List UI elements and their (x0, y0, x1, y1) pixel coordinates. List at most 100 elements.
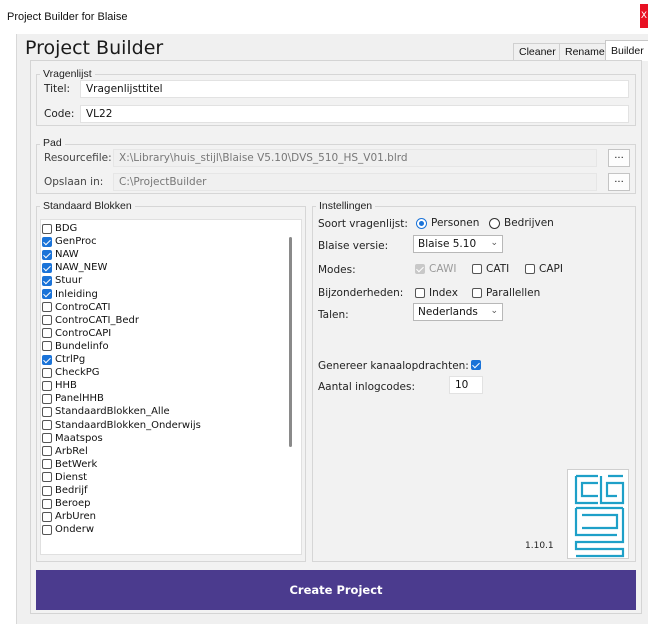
radio-personen-label: Personen (431, 217, 480, 229)
chevron-down-icon: ⌄ (490, 238, 498, 248)
vragenlijst-legend: Vragenlijst (40, 68, 95, 80)
list-item-checkbox[interactable] (42, 289, 52, 299)
tab-cleaner[interactable]: Cleaner (513, 43, 562, 60)
radio-bedrijven[interactable]: Bedrijven (489, 217, 554, 229)
list-item-checkbox[interactable] (42, 341, 52, 352)
list-item[interactable]: StandaardBlokken_Alle (42, 405, 170, 418)
inlog-input[interactable]: 10 (449, 376, 483, 394)
list-item-checkbox[interactable] (42, 223, 52, 234)
list-item-label: ControCAPI (55, 327, 112, 339)
list-item-checkbox[interactable] (42, 459, 52, 470)
talen-value: Nederlands (418, 306, 478, 318)
list-item-label: Beroep (55, 498, 91, 510)
resourcefile-browse-button[interactable]: ... (608, 149, 630, 167)
list-item-checkbox[interactable] (42, 498, 52, 509)
list-item[interactable]: StandaardBlokken_Onderwijs (42, 419, 201, 432)
list-item[interactable]: ArbRel (42, 445, 88, 458)
list-item-checkbox[interactable] (42, 472, 52, 483)
list-item-checkbox[interactable] (42, 275, 52, 286)
titel-input[interactable]: Vragenlijsttitel (80, 80, 629, 98)
radio-bedrijven-label: Bedrijven (504, 217, 554, 229)
list-item[interactable]: ControCAPI (42, 327, 111, 340)
chevron-down-icon: ⌄ (490, 306, 498, 316)
list-item[interactable]: Maatspos (42, 432, 103, 445)
close-button[interactable]: X (640, 4, 648, 28)
opslaan-input[interactable]: C:\ProjectBuilder (113, 173, 597, 191)
list-item-checkbox[interactable] (42, 511, 52, 522)
radio-bedrijven-indicator (489, 217, 500, 229)
list-item-checkbox[interactable] (42, 420, 52, 430)
list-item-label: Onderw (55, 524, 94, 536)
list-item[interactable]: HHB (42, 379, 77, 392)
list-item[interactable]: CtrlPg (42, 353, 85, 366)
list-item[interactable]: ArbUren (42, 510, 96, 523)
versie-select[interactable]: Blaise 5.10 ⌄ (413, 235, 503, 253)
list-item[interactable]: ControCATI_Bedr (42, 314, 139, 327)
list-item-checkbox[interactable] (42, 249, 52, 260)
mode-capi[interactable]: CAPI (525, 263, 563, 275)
bijzonderheden-label: Bijzonderheden: (318, 287, 404, 299)
list-item-label: NAW (55, 249, 79, 261)
list-item[interactable]: Beroep (42, 497, 91, 510)
radio-personen-indicator (416, 217, 427, 229)
list-item[interactable]: Onderw (42, 523, 94, 536)
list-item[interactable]: ControCATI (42, 301, 110, 314)
list-item-checkbox[interactable] (42, 433, 52, 444)
soort-label: Soort vragenlijst: (318, 218, 408, 230)
kanaal-label: Genereer kanaalopdrachten: (318, 360, 469, 372)
opslaan-browse-button[interactable]: ... (608, 173, 630, 191)
list-scrollbar[interactable] (289, 237, 292, 447)
list-item[interactable]: BetWerk (42, 458, 97, 471)
list-item-label: CtrlPg (55, 354, 86, 365)
list-item-label: PanelHHB (55, 393, 104, 405)
instellingen-legend: Instellingen (316, 200, 376, 212)
list-item-checkbox[interactable] (42, 315, 52, 326)
list-item[interactable]: NAW (42, 248, 79, 261)
list-item[interactable]: PanelHHB (42, 392, 104, 405)
list-item-label: ArbRel (55, 445, 88, 457)
list-item[interactable]: Stuur (42, 274, 82, 287)
resourcefile-input[interactable]: X:\Library\huis_stijl\Blaise V5.10\DVS_5… (113, 149, 597, 167)
list-item-label: Dienst (55, 471, 88, 483)
opt-parallellen-label: Parallellen (486, 287, 541, 299)
list-item[interactable]: NAW_NEW (42, 261, 107, 274)
list-item-checkbox[interactable] (42, 485, 52, 496)
list-item-checkbox[interactable] (42, 262, 52, 273)
code-input[interactable]: VL22 (80, 105, 629, 123)
list-item[interactable]: BDG (42, 222, 77, 235)
list-item[interactable]: Inleiding (42, 288, 98, 301)
modes-label: Modes: (318, 264, 356, 276)
opt-index[interactable]: Index (415, 287, 458, 299)
opslaan-label: Opslaan in: (44, 176, 104, 188)
list-item-checkbox[interactable] (42, 393, 52, 404)
list-item-checkbox[interactable] (42, 328, 52, 339)
title-bar: Project Builder for Blaise X (0, 0, 648, 34)
cbs-logo-icon (574, 474, 625, 558)
list-item[interactable]: CheckPG (42, 366, 100, 379)
mode-cati[interactable]: CATI (472, 263, 509, 275)
list-item[interactable]: Bundelinfo (42, 340, 109, 353)
tab-builder[interactable]: Builder (605, 40, 648, 61)
list-item-checkbox[interactable] (42, 524, 52, 535)
list-item[interactable]: GenProc (42, 235, 97, 248)
list-item-checkbox[interactable] (42, 302, 52, 313)
list-item-checkbox[interactable] (42, 380, 52, 391)
inlog-label: Aantal inlogcodes: (318, 381, 415, 393)
list-item-checkbox[interactable] (42, 446, 52, 457)
list-item[interactable]: Dienst (42, 471, 87, 484)
list-item[interactable]: Bedrijf (42, 484, 88, 497)
list-item-checkbox[interactable] (42, 367, 52, 378)
kanaal-checkbox[interactable] (471, 360, 481, 370)
radio-personen[interactable]: Personen (416, 217, 479, 229)
talen-select[interactable]: Nederlands ⌄ (413, 303, 503, 321)
list-item-label: BetWerk (55, 458, 98, 470)
opt-parallellen[interactable]: Parallellen (472, 287, 540, 299)
list-item-checkbox[interactable] (42, 406, 52, 417)
blokken-legend: Standaard Blokken (40, 200, 135, 212)
mode-cati-checkbox (472, 264, 482, 274)
list-item-checkbox[interactable] (42, 354, 52, 365)
mode-cawi-label: CAWI (429, 263, 457, 275)
blokken-list[interactable]: BDG GenProc NAW NAW_NEW Stuur Inleiding Contro… (40, 219, 302, 555)
create-project-button[interactable]: Create Project (36, 570, 636, 610)
list-item-checkbox[interactable] (42, 236, 52, 247)
